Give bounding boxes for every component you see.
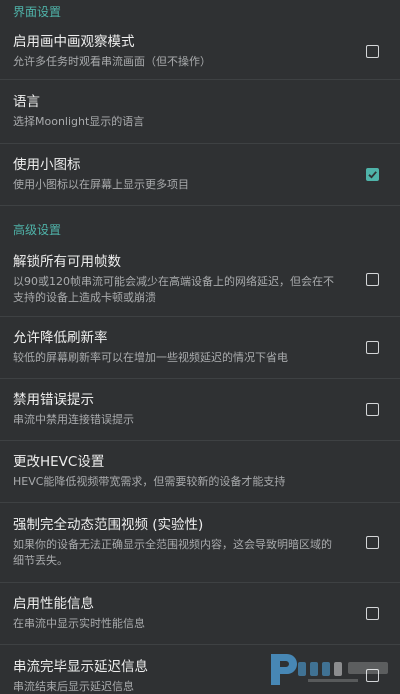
reduce-refresh-checkbox[interactable]: [366, 340, 379, 354]
setting-reduce-refresh-rate[interactable]: 允许降低刷新率 较低的屏幕刷新率可以在增加一些视频延迟的情况下省电: [0, 317, 400, 379]
latency-toast-checkbox[interactable]: [366, 669, 379, 682]
disable-errors-checkbox[interactable]: [366, 402, 379, 416]
perf-overlay-checkbox[interactable]: [366, 606, 379, 620]
setting-force-hdr[interactable]: 强制完全动态范围视频 (实验性) 如果你的设备无法正确显示全范围视频内容，这会导…: [0, 503, 400, 583]
setting-summary: 选择Moonlight显示的语言: [13, 115, 145, 128]
setting-summary: 如果你的设备无法正确显示全范围视频内容，这会导致明暗区域的细节丢失。: [13, 538, 332, 567]
checkmark-icon: [368, 170, 377, 179]
settings-page: 界面设置 启用画中画观察模式 允许多任务时观看串流画面（但不操作） 语言 选择M…: [0, 0, 400, 694]
setting-language[interactable]: 语言 选择Moonlight显示的语言: [0, 80, 400, 144]
setting-title: 启用画中画观察模式: [13, 34, 135, 50]
setting-summary: HEVC能降低视频带宽需求，但需要较新的设备才能支持: [13, 475, 286, 488]
setting-title: 解锁所有可用帧数: [13, 254, 121, 270]
setting-latency-toast[interactable]: 串流完毕显示延迟信息 串流结束后显示延迟信息: [0, 645, 400, 694]
pip-checkbox[interactable]: [366, 44, 379, 58]
setting-summary: 在串流中显示实时性能信息: [13, 617, 145, 630]
setting-title: 串流完毕显示延迟信息: [13, 658, 148, 675]
small-icons-checkbox[interactable]: [366, 167, 379, 181]
setting-title: 启用性能信息: [13, 596, 94, 612]
setting-title: 更改HEVC设置: [13, 454, 105, 470]
setting-unlock-fps[interactable]: 解锁所有可用帧数 以90或120帧串流可能会减少在高端设备上的网络延迟，但会在不…: [0, 243, 400, 317]
setting-perf-overlay[interactable]: 启用性能信息 在串流中显示实时性能信息: [0, 583, 400, 645]
unlock-fps-checkbox[interactable]: [366, 272, 379, 286]
setting-title: 允许降低刷新率: [13, 330, 108, 346]
setting-title: 使用小图标: [13, 157, 81, 173]
setting-hevc[interactable]: 更改HEVC设置 HEVC能降低视频带宽需求，但需要较新的设备才能支持: [0, 441, 400, 503]
setting-summary: 串流中禁用连接错误提示: [13, 413, 134, 426]
setting-title: 禁用错误提示: [13, 392, 94, 408]
setting-title: 语言: [13, 94, 40, 110]
setting-disable-errors[interactable]: 禁用错误提示 串流中禁用连接错误提示: [0, 379, 400, 441]
setting-small-icons[interactable]: 使用小图标 使用小图标以在屏幕上显示更多项目: [0, 144, 400, 206]
section-header-interface: 界面设置: [13, 5, 62, 19]
setting-pip-mode[interactable]: 启用画中画观察模式 允许多任务时观看串流画面（但不操作）: [0, 24, 400, 80]
setting-summary: 较低的屏幕刷新率可以在增加一些视频延迟的情况下省电: [13, 351, 288, 364]
setting-summary: 允许多任务时观看串流画面（但不操作）: [13, 55, 211, 68]
force-hdr-checkbox[interactable]: [366, 535, 379, 549]
section-header-advanced: 高级设置: [13, 223, 62, 237]
setting-title: 强制完全动态范围视频 (实验性): [13, 517, 204, 533]
setting-summary: 以90或120帧串流可能会减少在高端设备上的网络延迟，但会在不支持的设备上造成卡…: [13, 275, 334, 304]
setting-summary: 使用小图标以在屏幕上显示更多项目: [13, 178, 189, 191]
setting-summary: 串流结束后显示延迟信息: [13, 679, 134, 693]
